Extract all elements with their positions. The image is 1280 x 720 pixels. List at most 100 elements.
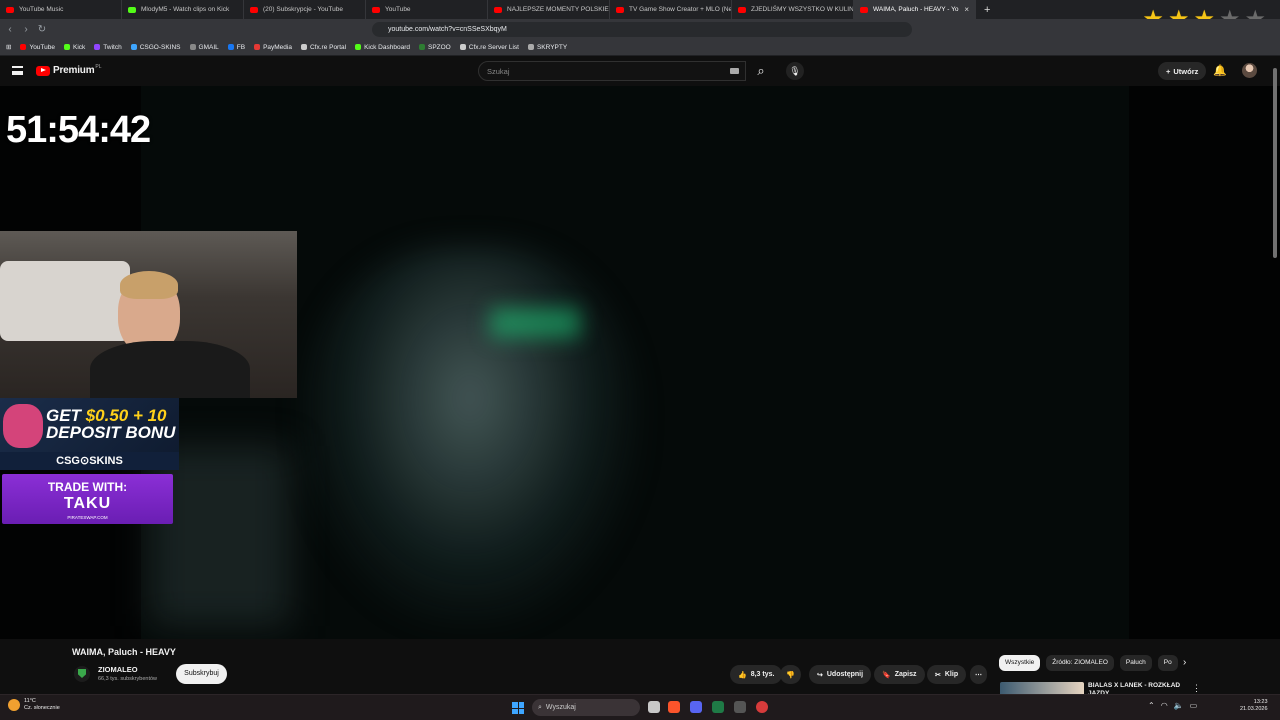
bookmark-item[interactable]: FB [227, 44, 245, 51]
like-button[interactable]: 👍 8,3 tys. [730, 665, 783, 684]
search-icon[interactable]: ⌕ [748, 61, 774, 81]
bookmark-label: GMAIL [198, 43, 219, 51]
microphone-icon[interactable]: 🎙 [786, 62, 804, 80]
dislike-button[interactable]: 👎 [780, 665, 801, 684]
browser-tab[interactable]: TV Game Show Creator + MLO (New [610, 0, 732, 19]
tab-favicon-icon [128, 6, 136, 13]
notifications-bell-icon[interactable]: 🔔 [1213, 64, 1227, 77]
reload-icon[interactable]: ↻ [36, 24, 48, 35]
subscribe-button[interactable]: Subskrybuj [176, 664, 227, 684]
share-button[interactable]: ↪ Udostępnij [809, 665, 872, 684]
taskbar-clock[interactable]: 13:23 21.03.2026 [1240, 699, 1268, 713]
more-actions-button[interactable]: ⋯ [970, 665, 987, 684]
weather-sun-icon [8, 699, 20, 711]
bookmark-favicon-icon [20, 44, 27, 50]
menu-icon[interactable] [12, 66, 23, 75]
thumbs-down-icon: 👎 [786, 671, 795, 679]
save-button[interactable]: 🔖 Zapisz [874, 665, 925, 684]
ad-brand: CSG⊙SKINS [0, 452, 179, 470]
logo-region: PL [95, 64, 102, 70]
kebab-menu-icon[interactable]: ⋮ [1192, 683, 1201, 694]
search-input[interactable]: Szukaj [478, 61, 746, 81]
bookmark-item[interactable]: Cfx.re Server List [459, 44, 519, 51]
chevron-right-icon[interactable]: › [1183, 657, 1186, 668]
taskbar-search-label: Wyszukaj [545, 704, 576, 711]
ad-line-2: DEPOSIT BONU [46, 423, 176, 442]
browser-tab[interactable]: MlodyM5 - Watch clips on Kick [122, 0, 244, 19]
bookmark-favicon-icon [254, 44, 261, 50]
search-placeholder: Szukaj [487, 67, 510, 76]
page-scrollbar[interactable] [1272, 60, 1278, 694]
share-icon: ↪ [817, 671, 823, 679]
bookmark-item[interactable]: YouTube [20, 44, 55, 51]
share-label: Udostępnij [826, 671, 864, 678]
tray-chevron-icon[interactable]: ⌃ [1148, 701, 1155, 710]
taskbar-search[interactable]: ⌕ Wyszukaj [532, 699, 640, 716]
app-icon[interactable] [734, 701, 746, 713]
tab-title: (20) Subskrypcje - YouTube [263, 6, 343, 13]
apps-grid-icon[interactable]: ⊞ [6, 43, 11, 51]
windows-start-icon[interactable] [512, 702, 524, 714]
bookmark-item[interactable]: SPZOO [418, 44, 451, 51]
browser-tab[interactable]: (20) Subskrypcje - YouTube [244, 0, 366, 19]
channel-name[interactable]: ZIOMALEO [98, 665, 138, 674]
game-launcher-icon[interactable] [756, 701, 768, 713]
tab-title: YouTube [385, 6, 411, 13]
bookmark-item[interactable]: Kick [64, 44, 85, 51]
bookmark-favicon-icon [64, 44, 70, 50]
ad-mascot [3, 404, 43, 448]
tab-favicon-icon [616, 6, 624, 13]
browser-tab-strip: YouTube Music MlodyM5 - Watch clips on Ki… [0, 0, 1280, 19]
brave-browser-icon[interactable] [668, 701, 680, 713]
tab-favicon-icon [250, 6, 258, 13]
pirateswap-ad: TRADE WITH: TAKU PIRATESWAP.COM [2, 474, 173, 524]
bookmark-item[interactable]: Cfx.re Portal [300, 44, 346, 51]
account-avatar[interactable] [1242, 63, 1257, 78]
filter-chip[interactable]: Źródło: ZIOMALEO [1046, 655, 1114, 671]
discord-icon[interactable] [690, 701, 702, 713]
battery-icon[interactable]: ▭ [1190, 701, 1198, 710]
wifi-icon[interactable]: ◠ [1161, 701, 1168, 710]
youtube-logo[interactable]: Premium PL [36, 64, 102, 76]
bookmark-favicon-icon [189, 44, 196, 50]
bookmark-item[interactable]: PayMedia [254, 44, 292, 51]
filter-chip[interactable]: Wszystkie [999, 655, 1041, 671]
tab-title: YouTube Music [19, 6, 64, 13]
bookmark-icon: 🔖 [882, 671, 891, 679]
tab-favicon-icon [860, 6, 868, 13]
bookmark-label: Twitch [103, 43, 122, 51]
browser-tab[interactable]: YouTube [366, 0, 488, 19]
tab-title: TV Game Show Creator + MLO (New [629, 6, 732, 13]
forward-icon[interactable]: › [20, 24, 32, 35]
bookmark-item[interactable]: Kick Dashboard [355, 44, 410, 51]
address-bar[interactable]: youtube.com/watch?v=cnSSeSXbqyM [372, 22, 912, 37]
new-tab-button[interactable]: + [984, 4, 990, 16]
bookmark-item[interactable]: Twitch [94, 43, 122, 51]
ad2-line-2: TAKU [63, 495, 112, 512]
url-text: youtube.com/watch?v=cnSSeSXbqyM [388, 26, 507, 33]
bookmark-item[interactable]: GMAIL [189, 43, 219, 51]
filter-chip[interactable]: Paluch [1119, 655, 1152, 671]
file-explorer-icon[interactable] [648, 701, 660, 713]
tab-close-icon[interactable]: × [964, 5, 969, 14]
bookmark-item[interactable]: CSGO-SKINS [130, 44, 181, 51]
browser-tab[interactable]: WAIMA, Paluch - HEAVY - Yo × [854, 0, 976, 19]
bookmark-item[interactable]: SKRYPTY [527, 43, 568, 51]
channel-avatar[interactable] [74, 666, 90, 682]
back-icon[interactable]: ‹ [4, 24, 16, 35]
create-button[interactable]: + Utwórz [1158, 62, 1207, 80]
clip-button[interactable]: ✂ Klip [927, 665, 967, 684]
video-blur-left [150, 446, 290, 626]
filter-chip[interactable]: Po [1157, 655, 1178, 671]
scrollbar-thumb[interactable] [1273, 68, 1277, 258]
excel-icon[interactable] [712, 701, 724, 713]
weather-widget[interactable]: 11°C Cz. słonecznie [8, 698, 60, 712]
browser-tab[interactable]: ZJEDLIŚMY WSZYSTKO W KULINARI [732, 0, 854, 19]
tab-favicon-icon [738, 6, 746, 13]
keyboard-icon[interactable] [730, 68, 739, 74]
browser-tab[interactable]: YouTube Music [0, 0, 122, 19]
volume-icon[interactable]: 🔈 [1174, 701, 1184, 710]
browser-tab[interactable]: NAJLEPSZE MOMENTY POLSKIEGO T [488, 0, 610, 19]
bookmark-label: SKRYPTY [536, 43, 568, 51]
weather-text: 11°C Cz. słonecznie [24, 698, 60, 712]
